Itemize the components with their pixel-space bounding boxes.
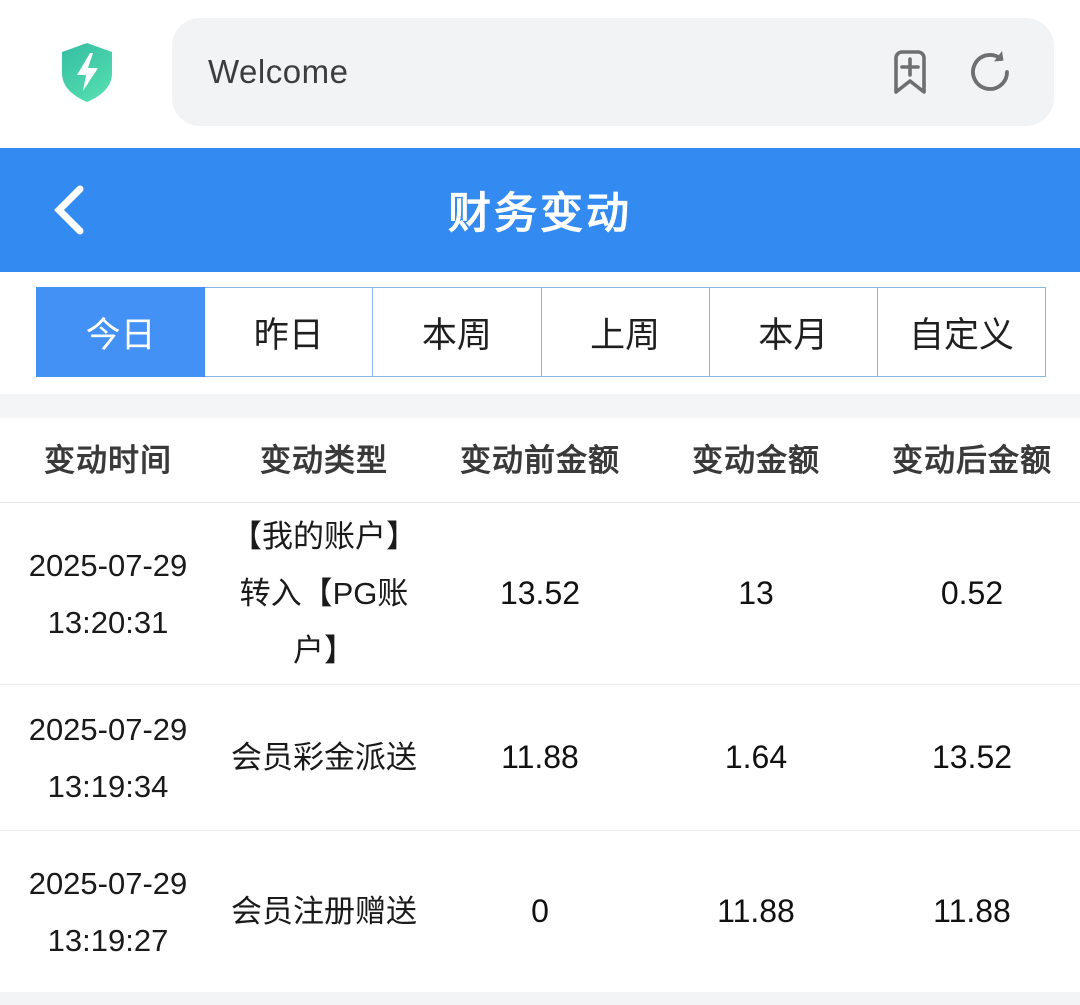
header-amount-after: 变动后金额	[864, 432, 1080, 489]
address-text[interactable]: Welcome	[208, 53, 886, 91]
table-row: 2025-07-29 13:19:34 会员彩金派送 11.88 1.64 13…	[0, 685, 1080, 831]
time-text: 13:20:31	[8, 594, 208, 651]
tab-today[interactable]: 今日	[36, 287, 205, 377]
tab-last-week[interactable]: 上周	[542, 287, 710, 377]
cell-change-type: 【我的账户】转入【PG账户】	[216, 508, 432, 679]
page-title: 财务变动	[0, 179, 1080, 241]
cell-amount-before: 13.52	[432, 565, 648, 622]
cell-change-time: 2025-07-29 13:20:31	[0, 537, 216, 651]
table-row: 2025-07-29 13:19:27 会员注册赠送 0 11.88 11.88	[0, 831, 1080, 992]
browser-topbar: Welcome	[0, 0, 1080, 143]
tab-this-week[interactable]: 本周	[373, 287, 541, 377]
bookmark-add-icon[interactable]	[886, 48, 934, 96]
cell-change-type: 会员彩金派送	[216, 729, 432, 786]
table-row: 2025-07-29 13:20:31 【我的账户】转入【PG账户】 13.52…	[0, 503, 1080, 685]
tab-custom[interactable]: 自定义	[878, 287, 1046, 377]
header-change-time: 变动时间	[0, 432, 216, 489]
cell-change-amount: 1.64	[648, 729, 864, 786]
cell-amount-after: 0.52	[864, 565, 1080, 622]
date-text: 2025-07-29	[8, 701, 208, 758]
address-bar[interactable]: Welcome	[172, 18, 1054, 126]
time-text: 13:19:27	[8, 912, 208, 969]
bottom-strip	[0, 992, 1080, 1005]
date-text: 2025-07-29	[8, 855, 208, 912]
tab-yesterday[interactable]: 昨日	[205, 287, 373, 377]
cell-amount-before: 0	[432, 883, 648, 940]
header-change-amount: 变动金额	[648, 432, 864, 489]
cell-change-time: 2025-07-29 13:19:27	[0, 855, 216, 969]
time-text: 13:19:34	[8, 758, 208, 815]
tab-this-month[interactable]: 本月	[710, 287, 878, 377]
cell-change-time: 2025-07-29 13:19:34	[0, 701, 216, 815]
cell-amount-after: 11.88	[864, 883, 1080, 940]
date-text: 2025-07-29	[8, 537, 208, 594]
cell-amount-before: 11.88	[432, 729, 648, 786]
cell-change-amount: 13	[648, 565, 864, 622]
refresh-icon[interactable]	[966, 48, 1014, 96]
back-button[interactable]	[34, 148, 104, 272]
table-header-row: 变动时间 变动类型 变动前金额 变动金额 变动后金额	[0, 418, 1080, 503]
section-divider	[0, 394, 1080, 418]
header-change-type: 变动类型	[216, 432, 432, 489]
cell-change-type: 会员注册赠送	[216, 883, 432, 940]
cell-change-amount: 11.88	[648, 883, 864, 940]
finance-change-table: 变动时间 变动类型 变动前金额 变动金额 变动后金额 2025-07-29 13…	[0, 418, 1080, 992]
back-chevron-icon	[52, 185, 86, 235]
header-amount-before: 变动前金额	[432, 432, 648, 489]
page-header: 财务变动	[0, 148, 1080, 272]
date-range-tabs: 今日 昨日 本周 上周 本月 自定义	[36, 287, 1046, 377]
cell-amount-after: 13.52	[864, 729, 1080, 786]
shield-lightning-icon	[58, 41, 116, 103]
